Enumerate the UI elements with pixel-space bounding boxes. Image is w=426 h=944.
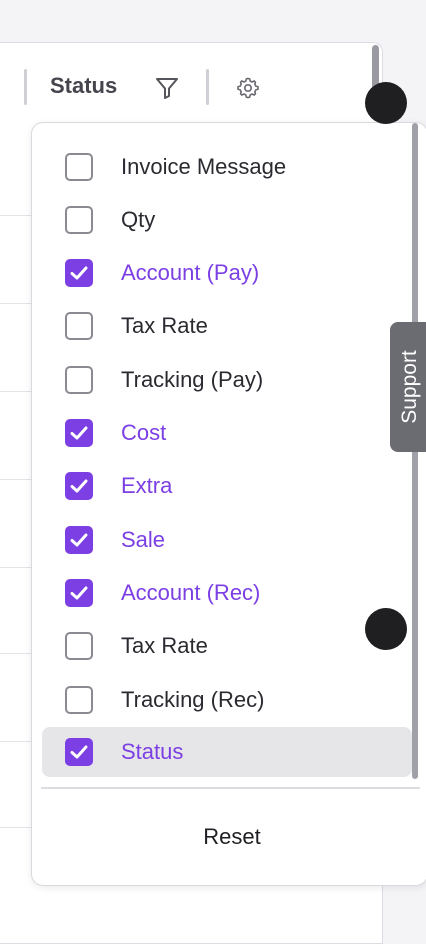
checkbox-checked[interactable] [65, 738, 93, 766]
menu-item-label: Tracking (Pay) [121, 367, 264, 392]
check-icon [70, 266, 88, 280]
table-row-divider [0, 567, 34, 568]
menu-item-label: Extra [121, 473, 173, 498]
table-row-divider [0, 479, 34, 480]
support-tab[interactable]: Support [390, 322, 426, 452]
menu-item-tax-rate[interactable]: Tax Rate [42, 301, 412, 351]
table-row-divider [0, 653, 34, 654]
check-icon [70, 533, 88, 547]
column-divider[interactable] [24, 69, 27, 105]
table-row-divider [0, 391, 34, 392]
menu-item-label: Tax Rate [121, 313, 208, 338]
status-column-header[interactable]: Status [50, 73, 117, 99]
menu-item-label: Qty [121, 207, 156, 232]
table-row-divider [0, 215, 34, 216]
checkbox-unchecked[interactable] [65, 206, 93, 234]
reset-button[interactable]: Reset [182, 819, 282, 855]
checkbox-unchecked[interactable] [65, 366, 93, 394]
check-icon [70, 426, 88, 440]
menu-item-cost[interactable]: Cost [42, 408, 412, 458]
column-visibility-menu: Invoice Message Qty Account (Pay) Tax Rate T… [31, 122, 426, 886]
menu-item-qty[interactable]: Qty [42, 195, 412, 245]
menu-item-tracking-rec[interactable]: Tracking (Rec) [42, 675, 412, 725]
table-row-divider [0, 303, 34, 304]
gear-icon[interactable] [236, 76, 262, 102]
menu-item-label: Cost [121, 420, 167, 445]
checkbox-checked[interactable] [65, 259, 93, 287]
touch-indicator [365, 82, 407, 124]
menu-item-invoice-message[interactable]: Invoice Message [42, 142, 412, 192]
menu-item-account-rec[interactable]: Account (Rec) [42, 568, 412, 618]
table-row-divider [0, 741, 34, 742]
menu-item-sale[interactable]: Sale [42, 515, 412, 565]
checkbox-checked[interactable] [65, 419, 93, 447]
checkbox-checked[interactable] [65, 526, 93, 554]
menu-item-tax-rate[interactable]: Tax Rate [42, 621, 412, 671]
checkbox-unchecked[interactable] [65, 153, 93, 181]
column-divider[interactable] [206, 69, 209, 105]
filter-icon[interactable] [154, 75, 180, 101]
check-icon [70, 479, 88, 493]
checkbox-checked[interactable] [65, 579, 93, 607]
menu-item-label: Status [121, 739, 184, 764]
checkbox-unchecked[interactable] [65, 686, 93, 714]
menu-item-label: Tracking (Rec) [121, 687, 265, 712]
menu-item-label: Invoice Message [121, 154, 287, 179]
check-icon [70, 745, 88, 759]
menu-item-label: Sale [121, 527, 166, 552]
menu-divider [41, 787, 420, 789]
table-header-row: Status [0, 43, 382, 129]
support-label: Support [398, 350, 421, 424]
checkbox-checked[interactable] [65, 472, 93, 500]
touch-indicator [365, 608, 407, 650]
menu-item-label: Account (Pay) [121, 260, 260, 285]
checkbox-unchecked[interactable] [65, 312, 93, 340]
menu-item-tracking-pay[interactable]: Tracking (Pay) [42, 355, 412, 405]
menu-item-label: Tax Rate [121, 633, 208, 658]
menu-item-account-pay[interactable]: Account (Pay) [42, 248, 412, 298]
checkbox-unchecked[interactable] [65, 632, 93, 660]
menu-item-extra[interactable]: Extra [42, 461, 412, 511]
table-row-divider [0, 827, 34, 828]
check-icon [70, 586, 88, 600]
menu-item-label: Account (Rec) [121, 580, 261, 605]
menu-item-status[interactable]: Status [42, 727, 412, 777]
